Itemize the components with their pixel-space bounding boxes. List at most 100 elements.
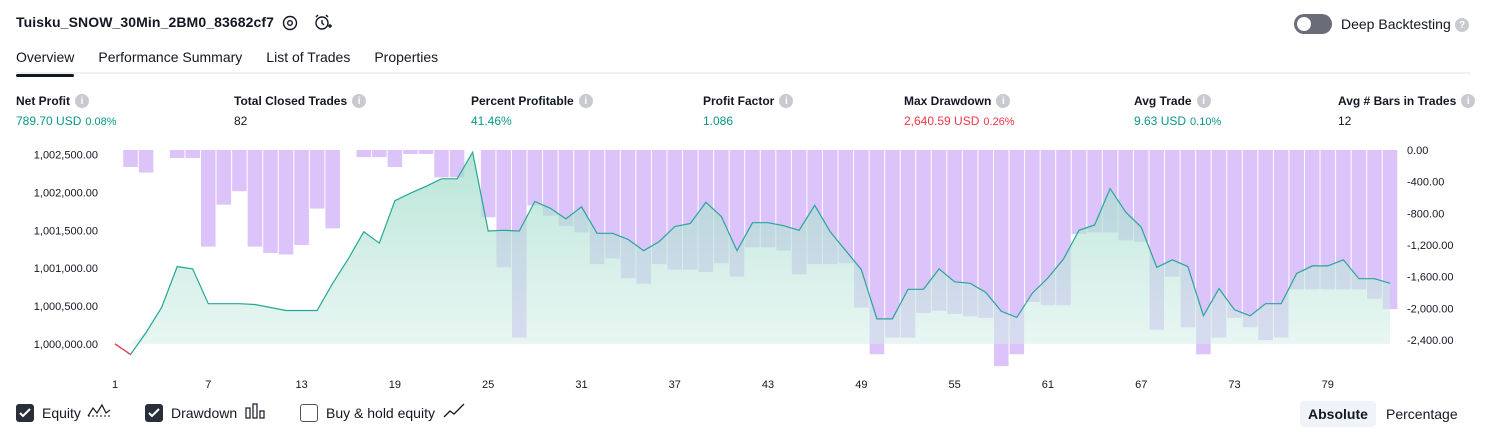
legend-drawdown[interactable]: Drawdown (145, 403, 265, 422)
metric-percent: 0.10% (1190, 116, 1222, 128)
metric-label: Avg # Bars in Trades (1338, 94, 1457, 108)
right-axis-tick: -800.00 (1407, 208, 1444, 220)
drawdown-bar (372, 150, 387, 158)
absolute-button[interactable]: Absolute (1300, 401, 1376, 427)
checkbox-buy-hold[interactable] (300, 403, 318, 422)
x-axis-tick: 13 (295, 379, 307, 391)
drawdown-bar (325, 150, 340, 229)
x-axis-tick: 43 (762, 379, 774, 391)
metric-value: 12 (1338, 114, 1352, 128)
metric-label: Avg Trade (1134, 94, 1192, 108)
left-axis-tick: 1,001,000.00 (34, 263, 98, 275)
right-axis-tick: -400.00 (1407, 177, 1444, 189)
drawdown-bar (123, 150, 138, 168)
left-axis-tick: 1,002,500.00 (34, 150, 98, 162)
metric-value: 1.086 (703, 114, 734, 128)
info-icon[interactable]: i (352, 94, 367, 108)
equity-loss-segment (114, 343, 131, 355)
metric-avg-bars-in-trades: Avg # Bars in Trades i 12 (1338, 94, 1476, 128)
metric-value: 9.63 USD (1134, 114, 1187, 128)
left-axis-tick: 1,000,500.00 (34, 301, 98, 313)
drawdown-bar (232, 150, 247, 192)
x-axis-tick: 67 (1135, 379, 1147, 391)
drawdown-bar (1025, 150, 1040, 302)
x-axis-tick: 19 (389, 379, 401, 391)
drawdown-bar (1351, 150, 1367, 290)
metric-label: Max Drawdown (904, 94, 992, 108)
metric-net-profit: Net Profit i 789.70 USD 0.08% (16, 94, 117, 128)
drawdown-bar (1367, 150, 1382, 299)
bar-chart-icon (245, 403, 265, 422)
drawdown-bar (403, 150, 418, 154)
drawdown-bar (201, 150, 216, 247)
metric-total-closed-trades: Total Closed Trades i 82 (234, 94, 367, 128)
drawdown-bar (434, 150, 449, 178)
strategy-name: Tuisku_SNOW_30Min_2BM0_83682cf7 (16, 14, 275, 30)
add-alert-icon[interactable] (313, 13, 333, 33)
drawdown-bar (1165, 150, 1180, 277)
equity-drawdown-chart[interactable]: 1,002,500.00 1,002,000.00 1,001,500.00 1,00… (0, 140, 1486, 392)
x-axis-tick: 25 (482, 379, 494, 391)
left-axis-tick: 1,000,000.00 (34, 339, 98, 351)
metric-percent-profitable: Percent Profitable i 41.46% (471, 94, 593, 128)
drawdown-bar (1071, 150, 1087, 234)
metric-percent: 0.08% (85, 116, 117, 128)
settings-icon[interactable] (280, 13, 300, 33)
checkbox-equity[interactable] (16, 403, 34, 422)
checkbox-drawdown[interactable] (145, 403, 163, 422)
metric-value: 41.46% (471, 114, 512, 128)
info-icon[interactable]: i (1461, 94, 1476, 108)
info-icon[interactable]: i (75, 94, 89, 108)
metric-percent: 0.26% (983, 116, 1015, 128)
drawdown-bar (1289, 150, 1304, 290)
legend-equity-label: Equity (42, 404, 81, 421)
trend-line-icon (443, 403, 465, 422)
drawdown-bar (1227, 150, 1242, 318)
toggle-knob (1297, 17, 1311, 31)
x-axis-tick: 37 (669, 379, 681, 391)
x-axis-tick: 49 (855, 379, 867, 391)
drawdown-bar (1242, 150, 1258, 328)
equity-line-icon (87, 403, 111, 422)
metric-value: 789.70 USD (16, 114, 82, 128)
deep-backtesting-toggle[interactable] (1294, 14, 1332, 34)
metric-label: Total Closed Trades (234, 94, 348, 108)
metric-label: Net Profit (16, 94, 70, 108)
legend-equity[interactable]: Equity (16, 403, 111, 422)
x-axis-tick: 7 (205, 379, 211, 391)
metric-profit-factor: Profit Factor i 1.086 (703, 94, 794, 128)
info-icon[interactable]: i (1196, 94, 1211, 108)
metric-label: Percent Profitable (471, 94, 574, 108)
metric-max-drawdown: Max Drawdown i 2,640.59 USD 0.26% (904, 94, 1015, 128)
x-axis-tick: 55 (949, 379, 961, 391)
drawdown-bar (247, 150, 263, 247)
drawdown-bar (294, 150, 309, 245)
metric-value: 2,640.59 USD (904, 114, 980, 128)
right-axis-tick: 0.00 (1407, 145, 1428, 157)
legend-buy-hold-label: Buy & hold equity (326, 404, 435, 421)
drawdown-bar (387, 150, 403, 168)
x-axis-tick: 61 (1042, 379, 1054, 391)
x-axis-tick: 73 (1228, 379, 1240, 391)
drawdown-bar (138, 150, 154, 173)
drawdown-bar (216, 150, 232, 205)
deep-backtesting-label: Deep Backtesting (1341, 16, 1451, 32)
drawdown-bar (278, 150, 294, 255)
legend-buy-hold[interactable]: Buy & hold equity (300, 403, 465, 422)
drawdown-bar (356, 150, 372, 158)
info-icon[interactable]: i (779, 94, 794, 108)
left-axis-tick: 1,001,500.00 (34, 225, 98, 237)
right-axis-tick: -1,200.00 (1407, 240, 1453, 252)
percentage-button[interactable]: Percentage (1378, 401, 1466, 427)
metric-avg-trade: Avg Trade i 9.63 USD 0.10% (1134, 94, 1221, 128)
drawdown-bar (169, 150, 185, 158)
metric-value: 82 (234, 114, 248, 128)
left-axis-tick: 1,002,000.00 (34, 187, 98, 199)
drawdown-bar (418, 150, 434, 154)
info-icon[interactable]: i (578, 94, 593, 108)
info-icon[interactable]: i (996, 94, 1011, 108)
help-icon[interactable]: ? (1455, 18, 1469, 32)
drawdown-bar (309, 150, 325, 209)
drawdown-bar (185, 150, 201, 158)
x-axis-tick: 31 (575, 379, 587, 391)
